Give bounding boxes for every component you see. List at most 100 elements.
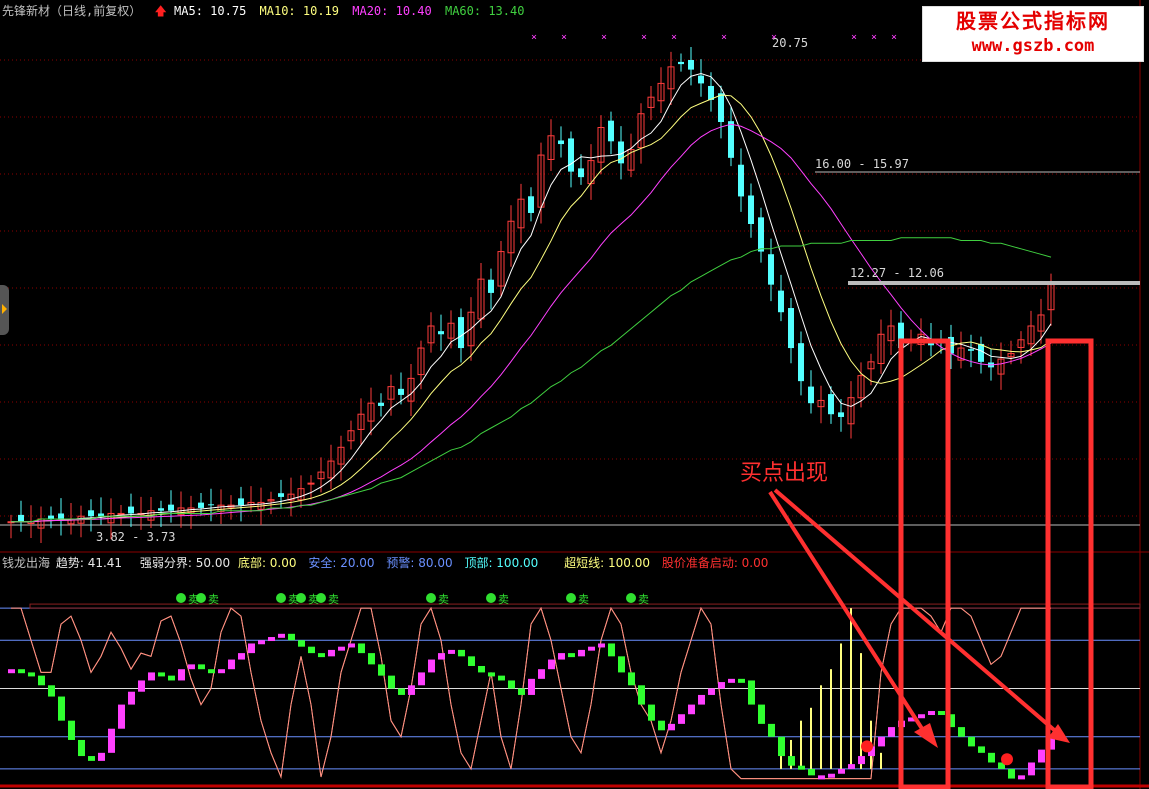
candle-down [438, 331, 444, 335]
trend-block [18, 669, 25, 674]
top-x-marker: × [641, 32, 647, 43]
top-x-marker: × [561, 32, 567, 43]
candle-down [968, 349, 974, 351]
top-x-marker: × [891, 32, 897, 43]
trend-block [388, 675, 395, 689]
trend-block [58, 696, 65, 721]
trend-block [178, 669, 185, 681]
candle-down [198, 502, 204, 508]
trend-block [168, 675, 175, 681]
ma10-value: MA10: 10.19 [259, 4, 340, 18]
trend-block [268, 637, 275, 642]
trend-block [888, 727, 895, 737]
trend-block [108, 728, 115, 753]
top-x-marker: × [601, 32, 607, 43]
candle-down [768, 254, 774, 285]
candle-down [18, 514, 24, 522]
safe-value: 安全: 20.00 [308, 556, 375, 570]
trend-block [678, 714, 685, 724]
candle-down [208, 504, 214, 506]
trend-value: 趋势: 41.41 [55, 556, 123, 570]
signal-dot [486, 593, 496, 603]
trend-block [958, 727, 965, 737]
trend-block [538, 669, 545, 679]
trend-block [188, 664, 195, 670]
trend-block [978, 746, 985, 753]
trend-block [858, 756, 865, 765]
trend-block [368, 653, 375, 665]
candle-down [278, 493, 284, 497]
signal-label: 卖 [638, 593, 649, 606]
trend-block [218, 669, 225, 674]
trend-block [8, 669, 15, 674]
trend-block [508, 680, 515, 689]
trend-block [878, 736, 885, 747]
buy-point-dot [1001, 753, 1013, 766]
trend-block [288, 633, 295, 641]
top-x-marker: × [531, 32, 537, 43]
candle-down [48, 515, 54, 519]
trend-block [528, 678, 535, 695]
signal-label: 卖 [328, 593, 339, 606]
candlestick-series [7, 47, 1055, 544]
trend-block [248, 643, 255, 654]
trend-block [498, 675, 505, 681]
trend-block [768, 723, 775, 737]
signal-dot [566, 593, 576, 603]
trend-block [618, 656, 625, 673]
ma20-line [11, 123, 1052, 523]
candle-down [808, 386, 814, 404]
indicator-name: 钱龙出海 [2, 556, 51, 570]
signal-label: 卖 [438, 593, 449, 606]
candle-down [688, 59, 694, 70]
top-x-marker: × [851, 32, 857, 43]
candle-down [778, 290, 784, 313]
trend-block [848, 764, 855, 769]
trend-block [708, 688, 715, 695]
trend-block [818, 775, 825, 780]
stock-title: 先锋新材（日线,前复权） [2, 4, 142, 18]
level-label-2: 12.27 - 12.06 [850, 266, 944, 280]
watermark-line2: www.gszb.com [971, 36, 1095, 56]
signal-dot [276, 593, 286, 603]
candle-down [748, 195, 754, 224]
candle-down [88, 510, 94, 517]
trend-block [738, 678, 745, 683]
trend-block [338, 646, 345, 651]
trend-block [198, 664, 205, 670]
candle-down [738, 164, 744, 197]
trend-block [78, 739, 85, 757]
panel-collapse-handle[interactable] [0, 285, 9, 335]
candle-down [398, 388, 404, 395]
trend-block [688, 704, 695, 715]
trend-block [598, 643, 605, 648]
trend-block [438, 653, 445, 660]
trend-block [548, 659, 555, 670]
candle-down [978, 343, 984, 362]
trend-block [258, 640, 265, 645]
trend-block [458, 649, 465, 657]
candle-down [238, 498, 244, 506]
trend-block [358, 643, 365, 654]
price-header: 先锋新材（日线,前复权） 🡅 MA5: 10.75 MA10: 10.19 MA… [2, 2, 530, 23]
candle-down [698, 75, 704, 84]
moving-average-lines [11, 72, 1052, 780]
trend-block [838, 768, 845, 774]
trend-block [668, 723, 675, 731]
signal-dot [296, 593, 306, 603]
trend-block [608, 643, 615, 657]
candle-down [728, 121, 734, 158]
stock-chart: ×××××××××××××× 卖卖卖卖卖卖卖卖卖 [0, 0, 1149, 789]
trend-block [988, 752, 995, 763]
signal-label: 卖 [208, 593, 219, 606]
level-line-2 [848, 281, 1140, 285]
candle-down [758, 217, 764, 252]
ma20-value: MA20: 10.40 [352, 4, 432, 18]
top-value: 顶部: 100.00 [464, 556, 539, 570]
trend-block [48, 685, 55, 697]
arrow-line-2 [773, 488, 1062, 737]
trend-block [478, 665, 485, 673]
low-price-label: 3.82 - 3.73 [96, 530, 176, 544]
trend-block [318, 653, 325, 658]
trend-block [698, 694, 705, 705]
